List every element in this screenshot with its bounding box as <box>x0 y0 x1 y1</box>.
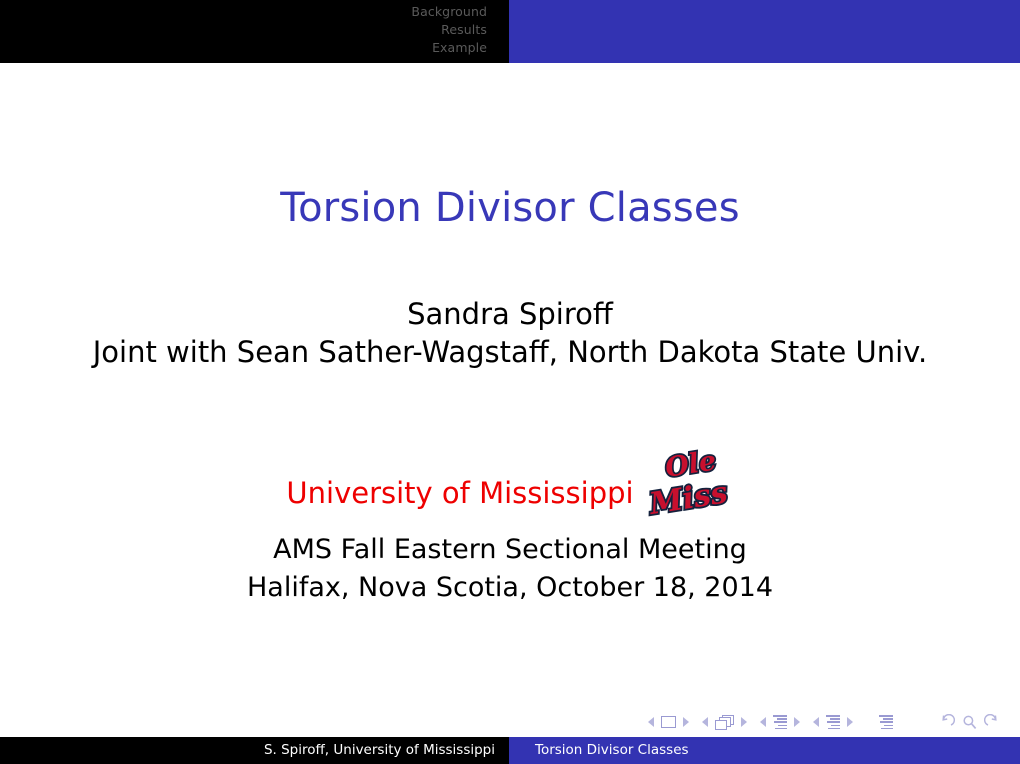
ole-miss-logo: Ole Miss <box>648 444 732 520</box>
slide-navigation-group[interactable] <box>648 716 689 728</box>
nav-section-results[interactable]: Results <box>411 21 487 39</box>
event-block: AMS Fall Eastern Sectional Meeting Halif… <box>0 531 1020 608</box>
subsection-lines-icon[interactable] <box>773 715 787 730</box>
joint-author: Joint with Sean Sather-Wagstaff, North D… <box>92 335 928 370</box>
document-lines-icon[interactable] <box>879 715 893 730</box>
footline-right-panel: Torsion Divisor Classes <box>509 737 1020 764</box>
subsection-navigation-group[interactable] <box>760 715 800 730</box>
slide-footline: S. Spiroff, University of Mississippi To… <box>0 737 1020 764</box>
headline-right-panel <box>509 0 1020 63</box>
slide-icon[interactable] <box>661 716 676 728</box>
nav-section-example[interactable]: Example <box>411 39 487 57</box>
footer-title-text: Torsion Divisor Classes <box>535 742 689 758</box>
footer-author-text: S. Spiroff, University of Mississippi <box>263 742 495 758</box>
section-navigation: Background Results Example <box>411 3 487 57</box>
previous-frame-icon[interactable] <box>702 717 708 727</box>
document-navigation-group[interactable] <box>879 715 893 730</box>
section-navigation-group[interactable] <box>813 715 853 730</box>
magnifier-icon[interactable] <box>961 714 978 731</box>
previous-slide-icon[interactable] <box>648 717 654 727</box>
forward-arrow-icon[interactable] <box>984 713 1001 731</box>
nav-section-background[interactable]: Background <box>411 3 487 21</box>
slide-headline: Background Results Example <box>0 0 1020 63</box>
svg-text:Miss: Miss <box>648 475 730 520</box>
previous-subsection-icon[interactable] <box>760 717 766 727</box>
next-slide-icon[interactable] <box>683 717 689 727</box>
slide-body: Torsion Divisor Classes Sandra Spiroff J… <box>0 63 1020 708</box>
footline-left-panel: S. Spiroff, University of Mississippi <box>0 737 509 764</box>
author-block: Sandra Spiroff Joint with Sean Sather-Wa… <box>0 295 1020 372</box>
next-section-icon[interactable] <box>847 717 853 727</box>
back-arrow-icon[interactable] <box>938 713 955 731</box>
event-line-2: Halifax, Nova Scotia, October 18, 2014 <box>246 572 774 604</box>
next-subsection-icon[interactable] <box>794 717 800 727</box>
section-lines-icon[interactable] <box>826 715 840 730</box>
frames-icon[interactable] <box>715 714 734 730</box>
navigation-actions[interactable] <box>935 713 1004 731</box>
author-name: Sandra Spiroff <box>407 297 613 331</box>
frame-navigation-group[interactable] <box>702 714 747 730</box>
institute-name: University of Mississippi <box>286 476 634 510</box>
institute-block: University of Mississippi Ole Miss <box>0 444 1020 526</box>
next-frame-icon[interactable] <box>741 717 747 727</box>
headline-left-panel: Background Results Example <box>0 0 509 63</box>
page-title: Torsion Divisor Classes <box>280 185 740 231</box>
beamer-navigation-symbols[interactable] <box>648 710 1008 734</box>
previous-section-icon[interactable] <box>813 717 819 727</box>
event-line-1: AMS Fall Eastern Sectional Meeting <box>273 534 747 565</box>
